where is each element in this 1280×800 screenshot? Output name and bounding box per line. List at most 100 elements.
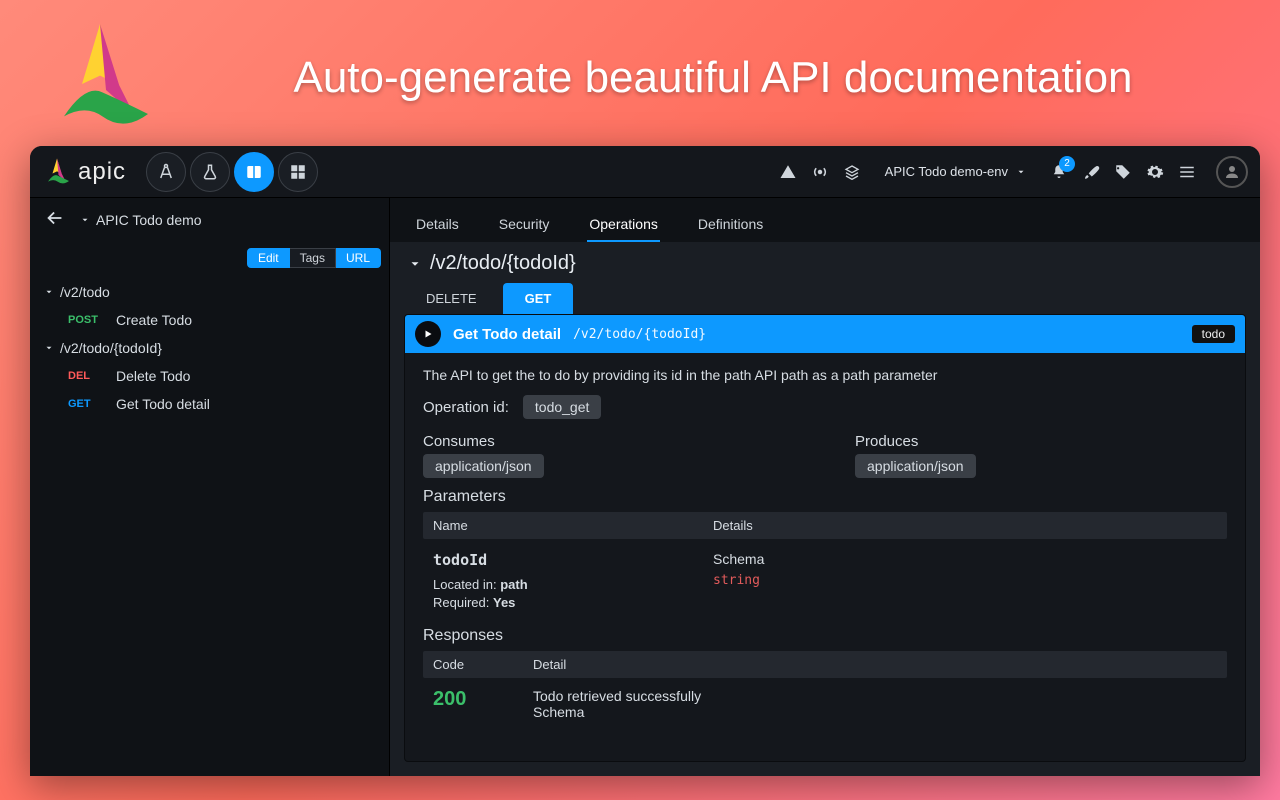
param-detail-cell: Schema string bbox=[713, 551, 1217, 613]
mode-switcher bbox=[146, 152, 318, 192]
param-required: Required: Yes bbox=[433, 595, 713, 610]
menu-button[interactable] bbox=[1178, 163, 1196, 181]
apic-logo-icon bbox=[42, 157, 72, 187]
opid-label: Operation id: bbox=[423, 399, 509, 416]
notifications-button[interactable]: 2 bbox=[1050, 163, 1068, 181]
method-tab-delete[interactable]: DELETE bbox=[404, 283, 499, 314]
response-row: 200 Todo retrieved successfully Schema bbox=[423, 678, 1227, 730]
th-detail: Detail bbox=[533, 657, 1217, 672]
response-detail: Todo retrieved successfully Schema bbox=[533, 688, 701, 720]
endpoint-tree: /v2/todo POST Create Todo /v2/todo/{todo… bbox=[30, 274, 389, 428]
th-code: Code bbox=[433, 657, 533, 672]
op-label: Create Todo bbox=[116, 312, 192, 328]
content-tabs: Details Security Operations Definitions bbox=[390, 198, 789, 242]
tree-path: /v2/todo bbox=[60, 284, 110, 300]
tester-mode-button[interactable] bbox=[190, 152, 230, 192]
environment-selector[interactable]: APIC Todo demo-env bbox=[875, 160, 1036, 183]
tag-icon[interactable] bbox=[1114, 163, 1132, 181]
layers-icon[interactable] bbox=[843, 163, 861, 181]
method-badge: GET bbox=[68, 398, 102, 410]
method-badge: DEL bbox=[68, 370, 102, 382]
account-button[interactable] bbox=[1216, 156, 1248, 188]
param-type: string bbox=[713, 573, 1217, 588]
tree-node[interactable]: /v2/todo/{todoId} bbox=[40, 334, 379, 362]
breadcrumb-area: APIC Todo demo bbox=[30, 198, 390, 242]
operation-tag: todo bbox=[1192, 325, 1235, 343]
gear-icon bbox=[1146, 163, 1164, 181]
param-row: todoId Located in: path Required: Yes bbox=[423, 539, 1227, 617]
chevron-down-icon bbox=[80, 215, 90, 225]
produces-section: Produces application/json bbox=[855, 433, 1227, 474]
dashboard-mode-button[interactable] bbox=[278, 152, 318, 192]
hamburger-icon bbox=[1178, 163, 1196, 181]
parameters-title: Parameters bbox=[423, 488, 1227, 506]
th-detail: Details bbox=[713, 518, 1217, 533]
broadcast-icon[interactable] bbox=[811, 163, 829, 181]
operation-path: /v2/todo/{todoId} bbox=[573, 327, 706, 342]
operation-description: The API to get the to do by providing it… bbox=[423, 367, 1227, 383]
book-icon bbox=[245, 163, 263, 181]
tab-details[interactable]: Details bbox=[414, 206, 461, 242]
tree-op[interactable]: POST Create Todo bbox=[60, 306, 379, 334]
tab-security[interactable]: Security bbox=[497, 206, 552, 242]
method-tab-get[interactable]: GET bbox=[503, 283, 574, 314]
tree-path: /v2/todo/{todoId} bbox=[60, 340, 162, 356]
sidebar-actions: Edit Tags URL bbox=[30, 242, 389, 274]
chevron-down-icon bbox=[44, 343, 54, 353]
consumes-value: application/json bbox=[423, 454, 544, 478]
compass-icon bbox=[157, 163, 175, 181]
method-badge: POST bbox=[68, 314, 102, 326]
grid-icon bbox=[289, 163, 307, 181]
tree-node[interactable]: /v2/todo bbox=[40, 278, 379, 306]
response-code: 200 bbox=[433, 688, 533, 711]
response-desc: Todo retrieved successfully bbox=[533, 688, 701, 704]
warning-icon[interactable] bbox=[779, 163, 797, 181]
th-name: Name bbox=[433, 518, 713, 533]
tree-op[interactable]: GET Get Todo detail bbox=[60, 390, 379, 418]
env-label: APIC Todo demo-env bbox=[885, 164, 1008, 179]
main-panel: /v2/todo/{todoId} DELETE GET Get Todo de… bbox=[390, 242, 1260, 776]
tab-definitions[interactable]: Definitions bbox=[696, 206, 765, 242]
subbar: APIC Todo demo Details Security Operatio… bbox=[30, 198, 1260, 242]
produces-label: Produces bbox=[855, 433, 1227, 450]
param-located-in: Located in: path bbox=[433, 577, 713, 592]
consumes-label: Consumes bbox=[423, 433, 795, 450]
promo-title: Auto-generate beautiful API documentatio… bbox=[196, 53, 1230, 104]
promo-banner: Auto-generate beautiful API documentatio… bbox=[0, 0, 1280, 148]
sidebar: Edit Tags URL /v2/todo POST Create Todo bbox=[30, 242, 390, 776]
opid-value: todo_get bbox=[523, 395, 602, 419]
produces-value: application/json bbox=[855, 454, 976, 478]
chevron-down-icon bbox=[408, 257, 422, 271]
tree-op[interactable]: DEL Delete Todo bbox=[60, 362, 379, 390]
operation-body: The API to get the to do by providing it… bbox=[405, 353, 1245, 746]
body: Edit Tags URL /v2/todo POST Create Todo bbox=[30, 242, 1260, 776]
responses-table-header: Code Detail bbox=[423, 651, 1227, 678]
method-tabs: DELETE GET bbox=[390, 279, 1260, 314]
run-button[interactable] bbox=[415, 321, 441, 347]
response-schema-label: Schema bbox=[533, 704, 701, 720]
edit-button[interactable]: Edit bbox=[247, 248, 290, 268]
project-name: APIC Todo demo bbox=[96, 212, 202, 228]
brush-icon[interactable] bbox=[1082, 163, 1100, 181]
designer-mode-button[interactable] bbox=[146, 152, 186, 192]
operation-title: Get Todo detail bbox=[453, 326, 561, 343]
back-button[interactable] bbox=[44, 207, 66, 234]
param-name-cell: todoId Located in: path Required: Yes bbox=[433, 551, 713, 613]
brand-name: apic bbox=[78, 158, 126, 186]
tab-operations[interactable]: Operations bbox=[587, 206, 659, 242]
chevron-down-icon bbox=[44, 287, 54, 297]
docs-mode-button[interactable] bbox=[234, 152, 274, 192]
flask-icon bbox=[201, 163, 219, 181]
project-dropdown[interactable]: APIC Todo demo bbox=[80, 212, 202, 228]
settings-button[interactable] bbox=[1146, 163, 1164, 181]
params-table-header: Name Details bbox=[423, 512, 1227, 539]
path-header[interactable]: /v2/todo/{todoId} bbox=[390, 242, 1260, 279]
url-button[interactable]: URL bbox=[336, 248, 381, 268]
topbar: apic bbox=[30, 146, 1260, 198]
operation-id-row: Operation id: todo_get bbox=[423, 395, 1227, 419]
operation-header: Get Todo detail /v2/todo/{todoId} todo bbox=[405, 315, 1245, 353]
notification-badge: 2 bbox=[1059, 156, 1075, 172]
user-icon bbox=[1223, 163, 1241, 181]
tags-button[interactable]: Tags bbox=[290, 248, 336, 268]
schema-label: Schema bbox=[713, 551, 1217, 567]
